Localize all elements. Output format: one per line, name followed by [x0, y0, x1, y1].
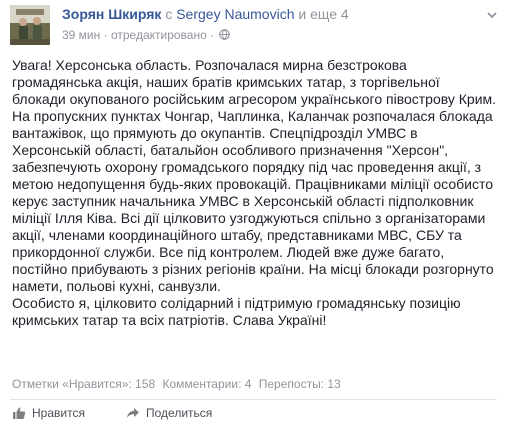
avatar-photo: [10, 5, 50, 45]
post-text-line: міліції Ілля Ківа. Всі дії цілковито узг…: [12, 210, 486, 226]
author-avatar[interactable]: [10, 5, 50, 45]
post-text-line: На пропускних пунктах Чонгар, Чаплинка, …: [12, 108, 493, 124]
chevron-down-icon[interactable]: [485, 8, 499, 22]
post-stats: Отметки «Нравится»: 158 Комментарии: 4 П…: [12, 377, 345, 391]
post-text-line: керує заступник начальника УМВС в Херсон…: [12, 193, 474, 209]
post-text-line: кримських татар та всіх патріотів. Слава…: [12, 312, 327, 328]
with-prefix: с: [165, 6, 173, 22]
meta-separator: ·: [103, 27, 108, 42]
post-text-line: постійно прибувають з різних регіонів кр…: [12, 261, 494, 277]
post-time[interactable]: 39 мин: [62, 28, 100, 42]
globe-icon[interactable]: [219, 29, 231, 41]
post-text-line: громадянська акція, наших братів кримськ…: [12, 74, 440, 90]
post-text-line: Особисто я, цілковито солідарний і підтр…: [12, 295, 461, 311]
post-text-line: Херсонській області, батальйон особливог…: [12, 142, 449, 158]
post-text-line: Увага! Херсонська область. Розпочалася м…: [12, 57, 407, 73]
comments-count[interactable]: Комментарии: 4: [162, 377, 251, 391]
post-text-line: метою недопущення будь-яких провокацій. …: [12, 176, 493, 192]
post-text-line: блокади окупованого російським агресором…: [12, 91, 497, 107]
like-label: Нравится: [32, 406, 85, 420]
and-more-link[interactable]: и еще 4: [298, 6, 348, 22]
actions-divider: [10, 399, 497, 400]
post-text-line: акції, членами координаційного штабу, пр…: [12, 227, 462, 243]
post-text-line: вантажівок, що прямують до окупантів. Сп…: [12, 125, 418, 141]
share-button[interactable]: Поделиться: [126, 406, 212, 420]
shares-count[interactable]: Перепосты: 13: [259, 377, 341, 391]
meta-separator-2: ·: [210, 27, 215, 42]
post-text-line: прикордонної служби. Все під контролем. …: [12, 244, 445, 260]
facebook-post: Зорян Шкиряк с Sergey Naumovich и еще 4 …: [0, 0, 507, 429]
post-meta: 39 мин · отредактировано ·: [62, 27, 231, 42]
post-text-line: забезпечують охорону громадського порядк…: [12, 159, 482, 175]
post-header-line: Зорян Шкиряк с Sergey Naumovich и еще 4: [62, 6, 349, 22]
post-text-line: намети, польові кухні, санвузли.: [12, 278, 221, 294]
likes-count[interactable]: Отметки «Нравится»: 158: [12, 377, 155, 391]
edited-label[interactable]: отредактировано: [111, 28, 207, 42]
tagged-person[interactable]: Sergey Naumovich: [176, 6, 294, 22]
share-label: Поделиться: [146, 406, 213, 420]
thumbs-up-icon: [13, 407, 26, 419]
share-arrow-icon: [127, 408, 139, 418]
post-text: Увага! Херсонська область. Розпочалася м…: [12, 57, 502, 329]
like-button[interactable]: Нравится: [12, 406, 85, 420]
author-name[interactable]: Зорян Шкиряк: [62, 6, 161, 22]
